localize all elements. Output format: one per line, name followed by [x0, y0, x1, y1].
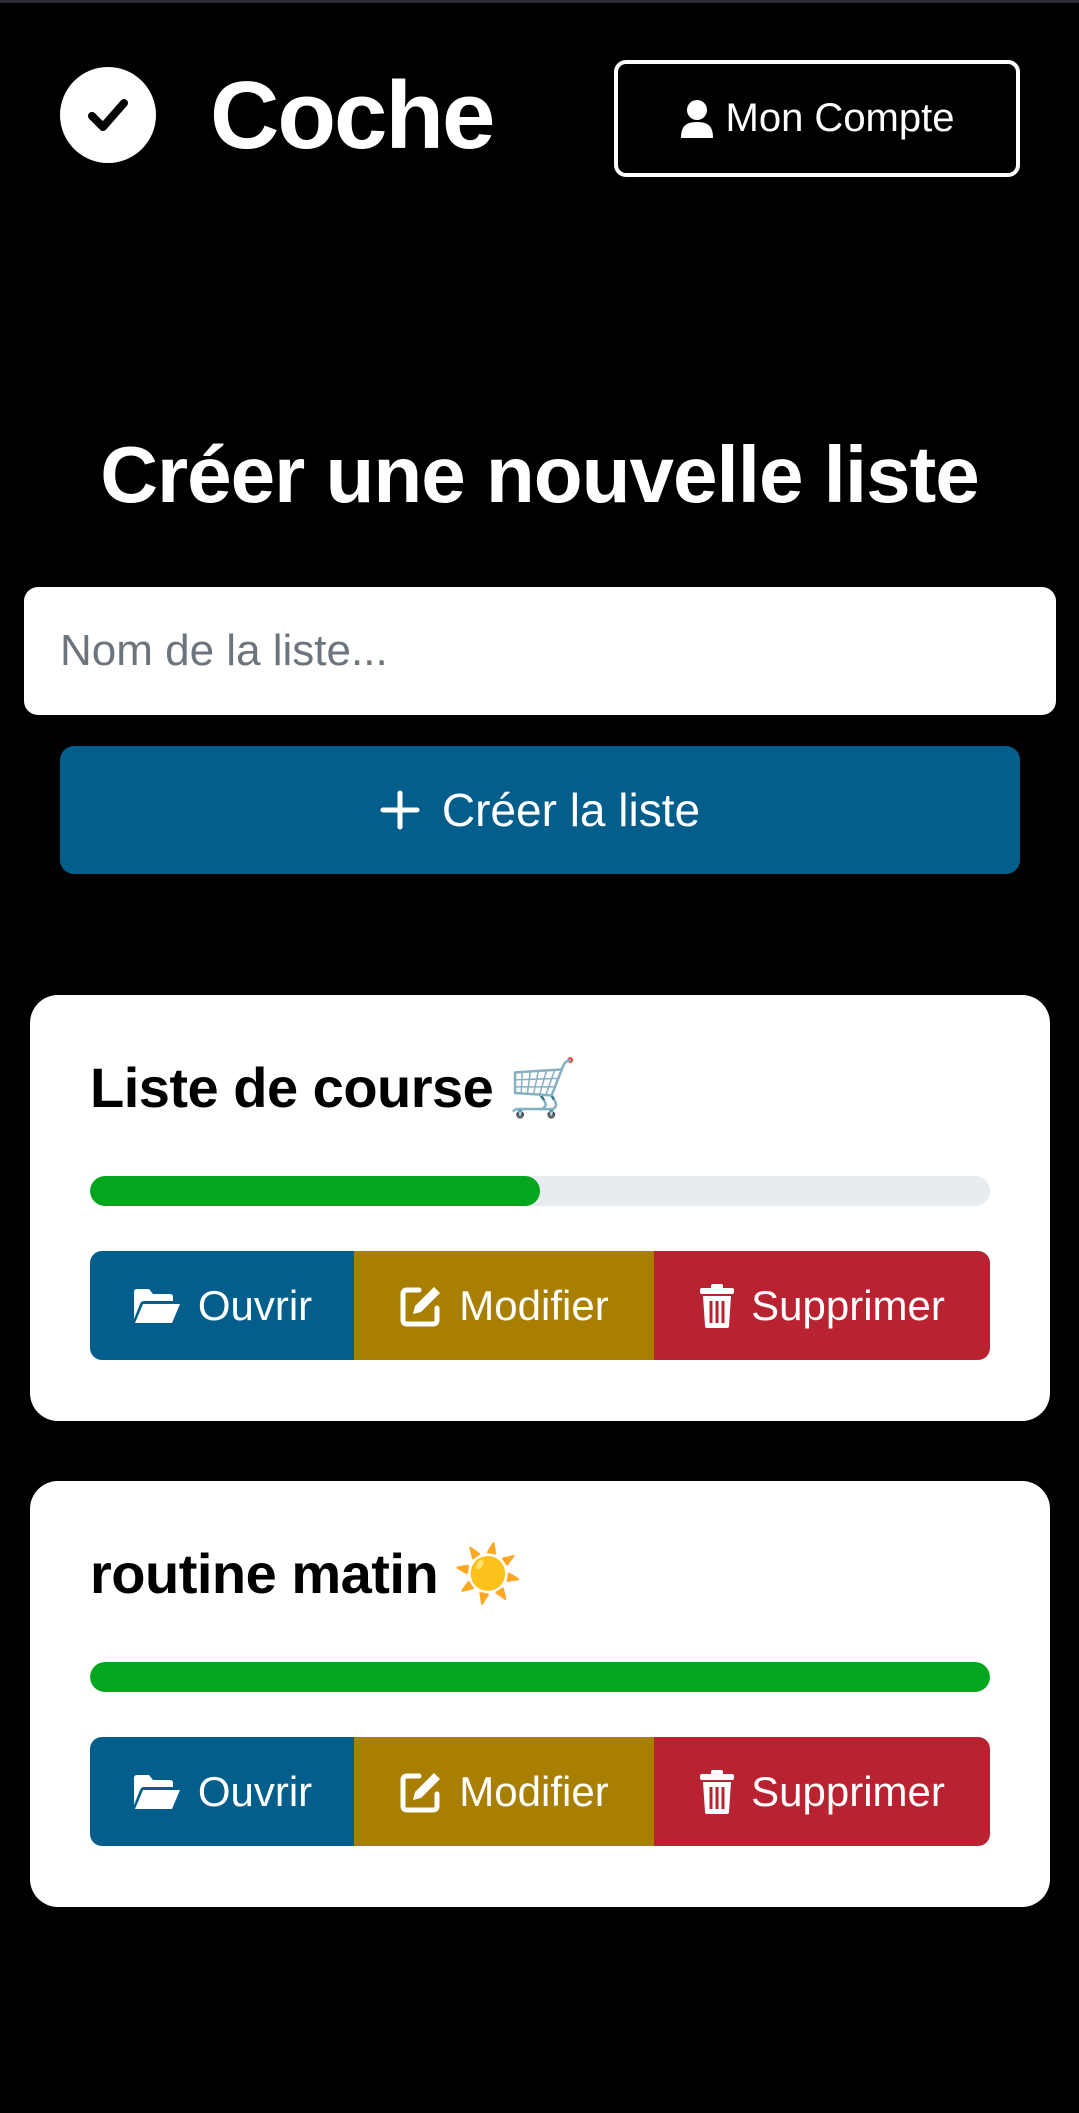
folder-open-icon [132, 1286, 182, 1326]
brand-title: Coche [210, 62, 495, 169]
list-title: routine matin ☀️ [90, 1542, 523, 1605]
progress-fill [90, 1176, 540, 1206]
trash-icon [699, 1283, 735, 1328]
edit-label: Modifier [459, 1767, 609, 1815]
delete-label: Supprimer [751, 1281, 945, 1329]
account-button[interactable]: Mon Compte [614, 60, 1020, 177]
edit-label: Modifier [459, 1281, 609, 1329]
folder-open-icon [132, 1772, 182, 1812]
open-label: Ouvrir [197, 1281, 313, 1329]
list-card: Liste de course 🛒 Ouvrir Modifier Suppri… [30, 995, 1050, 1421]
list-actions: Ouvrir Modifier Supprimer [90, 1737, 990, 1846]
progress-bar [90, 1176, 990, 1206]
edit-list-button[interactable]: Modifier [354, 1737, 654, 1846]
account-button-label: Mon Compte [725, 96, 955, 140]
app-header: Coche Mon Compte [0, 0, 1079, 240]
user-icon [680, 99, 714, 139]
create-list-button-label: Créer la liste [441, 784, 701, 836]
delete-list-button[interactable]: Supprimer [654, 1737, 990, 1846]
progress-bar [90, 1662, 990, 1692]
plus-icon [380, 790, 420, 830]
list-card: routine matin ☀️ Ouvrir Modifier Supprim… [30, 1481, 1050, 1907]
edit-list-button[interactable]: Modifier [354, 1251, 654, 1360]
create-list-button[interactable]: Créer la liste [60, 746, 1020, 874]
progress-fill [90, 1662, 990, 1692]
edit-icon [399, 1284, 443, 1328]
list-name-input[interactable] [24, 587, 1056, 715]
open-list-button[interactable]: Ouvrir [90, 1737, 354, 1846]
delete-list-button[interactable]: Supprimer [654, 1251, 990, 1360]
trash-icon [699, 1769, 735, 1814]
create-list-title: Créer une nouvelle liste [100, 430, 980, 519]
check-circle-icon [60, 67, 156, 163]
edit-icon [399, 1770, 443, 1814]
open-list-button[interactable]: Ouvrir [90, 1251, 354, 1360]
open-label: Ouvrir [197, 1767, 313, 1815]
delete-label: Supprimer [751, 1767, 945, 1815]
list-title: Liste de course 🛒 [90, 1056, 578, 1119]
list-actions: Ouvrir Modifier Supprimer [90, 1251, 990, 1360]
